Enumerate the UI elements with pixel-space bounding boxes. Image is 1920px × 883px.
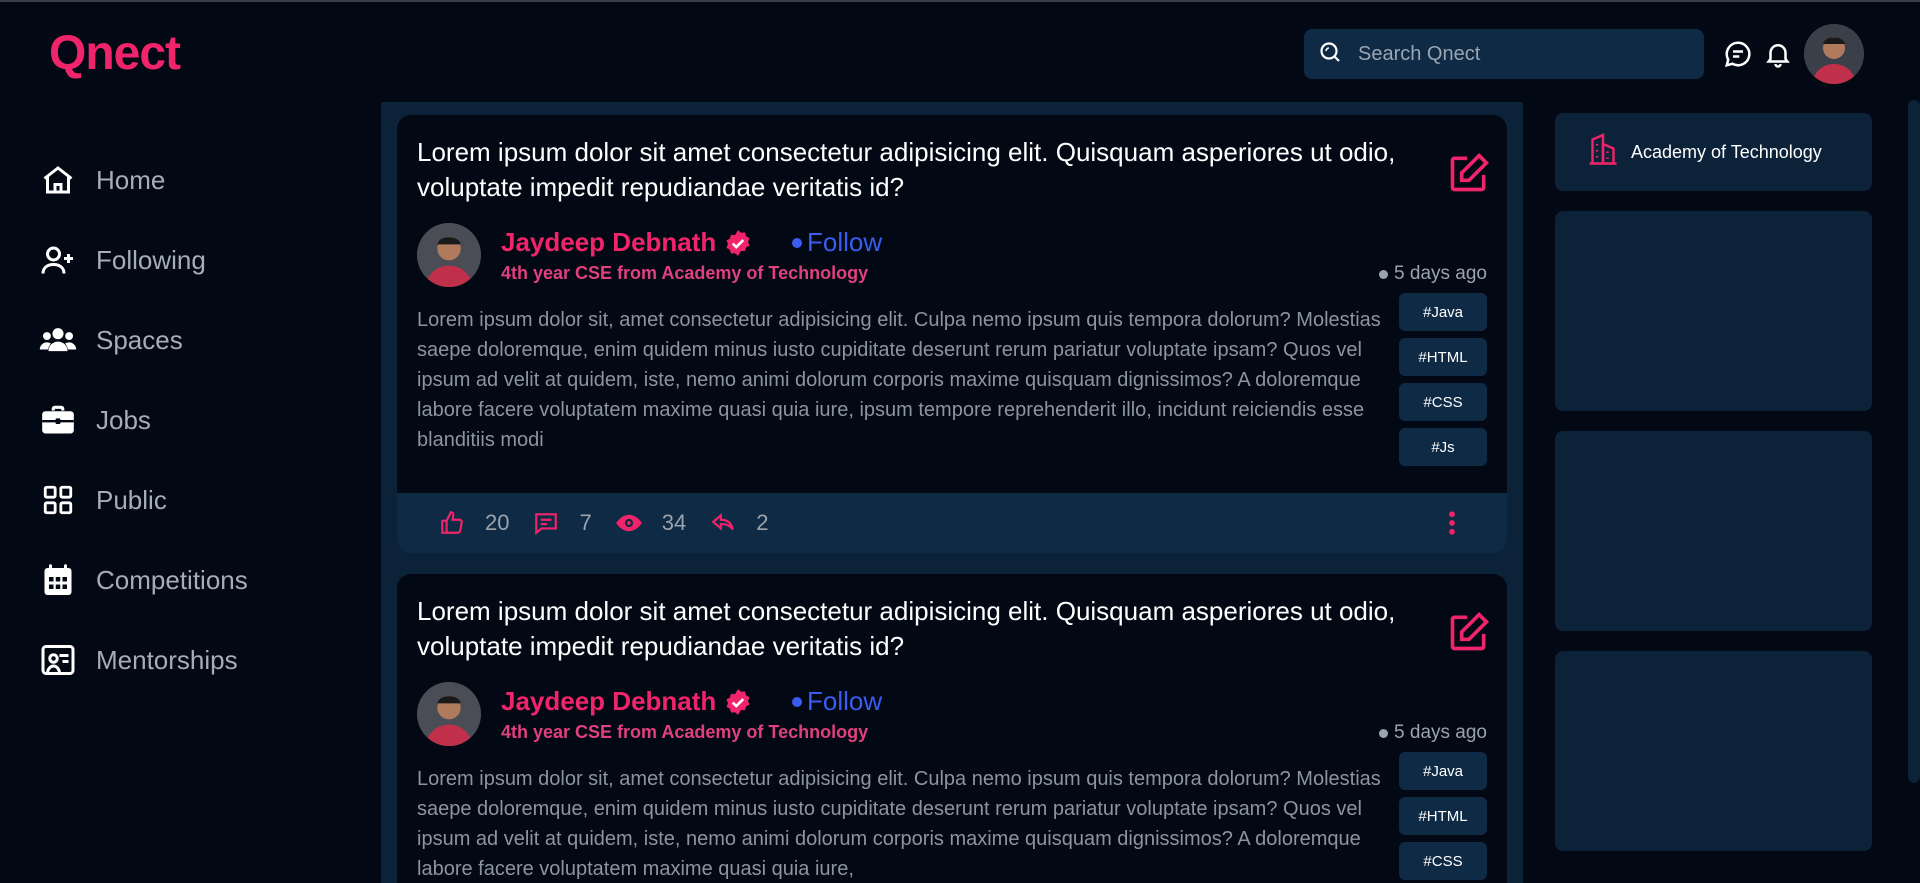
author-subtitle: 4th year CSE from Academy of Technology: [501, 263, 869, 283]
tag-css[interactable]: #CSS: [1399, 842, 1487, 880]
time-dot: [1379, 269, 1389, 279]
follow-dot: [792, 237, 802, 248]
follow-button[interactable]: Follow: [792, 227, 882, 258]
sidebar-item-competitions[interactable]: Competitions: [38, 540, 338, 620]
time-text: 5 days ago: [1394, 722, 1487, 743]
tag-list: #Java #HTML #CSS #Js: [1399, 293, 1487, 473]
comment-icon: [531, 508, 561, 538]
feed: Lorem ipsum dolor sit amet consectetur a…: [381, 102, 1523, 883]
user-avatar[interactable]: [1804, 24, 1864, 84]
mentor-icon: [38, 640, 78, 680]
share-action[interactable]: 2: [708, 508, 768, 538]
comment-count: 7: [579, 510, 592, 535]
post-body: Lorem ipsum dolor sit, amet consectetur …: [417, 768, 1381, 880]
tag-html[interactable]: #HTML: [1399, 797, 1487, 835]
author-name[interactable]: Jaydeep Debnath: [501, 686, 752, 717]
sidebar-item-label: Public: [96, 484, 167, 515]
post-title[interactable]: Lorem ipsum dolor sit amet consectetur a…: [417, 594, 1397, 664]
time-dot: [1379, 728, 1389, 738]
tag-css[interactable]: #CSS: [1399, 383, 1487, 421]
views-action[interactable]: 34: [614, 508, 686, 538]
tag-java[interactable]: #Java: [1399, 752, 1487, 790]
follow-dot: [792, 696, 802, 707]
chat-icon[interactable]: [1722, 38, 1754, 70]
sidebar-item-jobs[interactable]: Jobs: [38, 380, 338, 460]
users-icon: [38, 320, 78, 360]
briefcase-icon: [38, 400, 78, 440]
sidebar-item-label: Following: [96, 244, 206, 275]
sidebar-item-label: Spaces: [96, 324, 183, 355]
tag-js[interactable]: #Js: [1399, 428, 1487, 466]
grid-icon: [38, 480, 78, 520]
verified-icon: [726, 229, 750, 256]
post-time: 5 days ago: [1379, 722, 1487, 744]
search-icon: [1318, 40, 1342, 69]
building-icon: [1585, 132, 1621, 173]
post-card: Lorem ipsum dolor sit amet consectetur a…: [397, 115, 1507, 553]
share-count: 2: [756, 510, 769, 535]
sidebar-item-public[interactable]: Public: [38, 460, 338, 540]
right-placeholder-card: [1555, 431, 1872, 631]
author-subtitle: 4th year CSE from Academy of Technology: [501, 722, 869, 742]
follow-label: Follow: [807, 227, 883, 257]
post-actions: 20 7 34 2: [397, 493, 1507, 553]
sidebar-item-mentorships[interactable]: Mentorships: [38, 620, 338, 700]
top-bar: Qnect: [0, 0, 1920, 100]
scrollbar[interactable]: [1908, 100, 1920, 783]
sidebar-item-label: Home: [96, 164, 166, 195]
bell-icon[interactable]: [1762, 38, 1794, 70]
tag-java[interactable]: #Java: [1399, 293, 1487, 331]
eye-icon: [614, 508, 644, 538]
author-name-text: Jaydeep Debnath: [501, 686, 717, 716]
sidebar-item-home[interactable]: Home: [38, 140, 338, 220]
search-input[interactable]: [1358, 42, 1688, 66]
post-time: 5 days ago: [1379, 263, 1487, 285]
right-placeholder-card: [1555, 211, 1872, 411]
sidebar-item-label: Competitions: [96, 564, 248, 595]
view-count: 34: [661, 510, 687, 535]
calendar-icon: [38, 560, 78, 600]
post-body: Lorem ipsum dolor sit, amet consectetur …: [417, 309, 1381, 451]
right-panel: Academy of Technology: [1555, 113, 1872, 871]
sidebar-item-spaces[interactable]: Spaces: [38, 300, 338, 380]
author-name-text: Jaydeep Debnath: [501, 227, 717, 257]
more-options-icon[interactable]: [1437, 507, 1467, 539]
tag-list: #Java #HTML #CSS: [1399, 752, 1487, 883]
institution-name: Academy of Technology: [1631, 141, 1822, 162]
institution-card[interactable]: Academy of Technology: [1555, 113, 1872, 191]
sidebar-item-following[interactable]: Following: [38, 220, 338, 300]
comment-action[interactable]: 7: [531, 508, 592, 538]
search-bar[interactable]: [1304, 29, 1704, 79]
verified-icon: [726, 688, 750, 715]
follow-button[interactable]: Follow: [792, 686, 882, 717]
follow-label: Follow: [807, 686, 883, 716]
thumbs-up-icon: [437, 508, 467, 538]
tag-html[interactable]: #HTML: [1399, 338, 1487, 376]
app-logo[interactable]: Qnect: [49, 26, 181, 81]
edit-icon[interactable]: [1447, 610, 1491, 654]
time-text: 5 days ago: [1394, 263, 1487, 284]
reply-icon: [708, 508, 738, 538]
author-avatar[interactable]: [417, 223, 481, 287]
like-action[interactable]: 20: [437, 508, 509, 538]
right-placeholder-card: [1555, 651, 1872, 851]
sidebar-nav: Home Following Spaces Jobs Public Compet…: [38, 140, 338, 700]
author-name[interactable]: Jaydeep Debnath: [501, 227, 752, 258]
edit-icon[interactable]: [1447, 151, 1491, 195]
home-icon: [38, 160, 78, 200]
like-count: 20: [485, 510, 510, 535]
sidebar-item-label: Mentorships: [96, 644, 238, 675]
post-title[interactable]: Lorem ipsum dolor sit amet consectetur a…: [417, 135, 1397, 205]
user-plus-icon: [38, 240, 78, 280]
sidebar-item-label: Jobs: [96, 404, 151, 435]
post-card: Lorem ipsum dolor sit amet consectetur a…: [397, 574, 1507, 883]
author-avatar[interactable]: [417, 682, 481, 746]
